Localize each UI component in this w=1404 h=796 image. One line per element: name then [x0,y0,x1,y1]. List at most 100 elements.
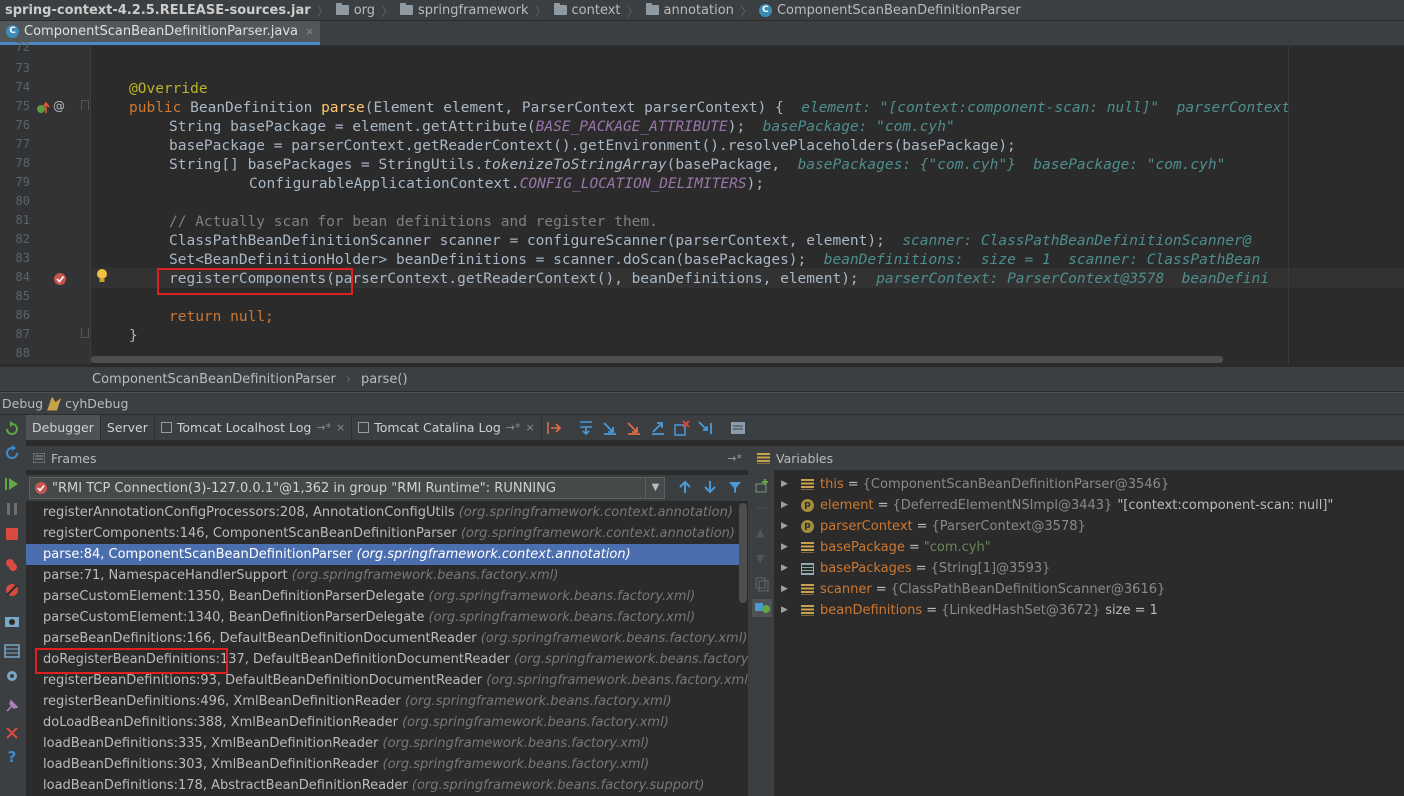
frame-item[interactable]: registerAnnotationConfigProcessors:208, … [26,502,739,523]
crumb-springframework[interactable]: springframework [396,3,534,18]
frame-item[interactable]: registerComponents:146, ComponentScanBea… [26,523,739,544]
step-out-icon[interactable] [649,419,667,437]
camera-icon[interactable] [4,613,20,629]
crumb-org[interactable]: org [332,3,381,18]
show-watches-icon[interactable] [752,599,772,617]
close-icon[interactable]: × [305,25,314,38]
close-icon[interactable]: × [526,421,535,434]
filter-icon[interactable] [728,480,742,494]
editor-tab[interactable]: C ComponentScanBeanDefinitionParser.java… [0,21,321,45]
annotation-icon: @ [53,99,65,113]
expand-icon[interactable]: ▶ [781,516,791,537]
refresh-icon[interactable] [4,445,20,461]
variable-element[interactable]: ▶ p element = {DeferredElementNSImpl@3443} "[… [775,495,1333,516]
stop-icon[interactable] [4,526,20,542]
horizontal-scrollbar[interactable] [91,356,1223,363]
code-line-78: String[] basePackages = StringUtils.toke… [169,157,1226,173]
settings-icon[interactable] [4,668,20,684]
arrow-down-icon[interactable] [703,480,717,494]
crumb-context[interactable]: context [550,3,627,18]
pin-icon[interactable]: →* [727,452,742,465]
arrow-up-icon[interactable]: ▲ [756,526,764,539]
frame-item[interactable]: registerBeanDefinitions:496, XmlBeanDefi… [26,691,739,712]
copy-icon[interactable] [754,576,770,592]
code-line-86: return null; [169,309,274,325]
drop-frame-icon[interactable] [673,419,691,437]
layout-icon[interactable] [4,643,20,659]
frame-item[interactable]: loadBeanDefinitions:335, XmlBeanDefiniti… [26,733,739,754]
thread-dropdown[interactable]: "RMI TCP Connection(3)-127.0.0.1"@1,362 … [29,477,665,499]
line-number: 86 [15,308,30,322]
pin-icon[interactable]: →* [506,421,521,434]
variable-parser-context[interactable]: ▶ p parserContext = {ParserContext@3578} [775,516,1086,537]
variable-base-package[interactable]: ▶ basePackage = "com.cyh" [775,537,991,558]
expand-icon[interactable]: ▶ [781,537,791,558]
debug-title-label: Debug [2,396,44,411]
tab-tomcat-localhost-log[interactable]: Tomcat Localhost Log →* × [155,415,353,440]
pin-icon[interactable] [4,698,20,714]
tab-server[interactable]: Server [101,415,155,440]
frame-item[interactable]: loadBeanDefinitions:303, XmlBeanDefiniti… [26,754,739,775]
crumb-class[interactable]: C ComponentScanBeanDefinitionParser [755,3,1027,18]
remove-watch-icon[interactable]: — [756,501,767,514]
crumb-annotation[interactable]: annotation [642,3,740,18]
frame-item[interactable]: parse:71, NamespaceHandlerSupport (org.s… [26,565,739,586]
right-margin-guide [1288,46,1289,364]
code-line-74: @Override [129,81,208,97]
crumb-class[interactable]: ComponentScanBeanDefinitionParser [92,372,336,387]
arrow-down-icon[interactable]: ▼ [756,552,764,565]
line-number: 87 [15,327,30,341]
breakpoint-icon[interactable] [53,272,67,286]
tab-tomcat-catalina-log[interactable]: Tomcat Catalina Log →* × [352,415,542,440]
debug-config-name[interactable]: cyhDebug [65,396,128,411]
help-icon[interactable]: ? [4,748,20,766]
view-breakpoints-icon[interactable] [4,557,20,573]
arrow-up-icon[interactable] [678,480,692,494]
variable-bean-definitions[interactable]: ▶ beanDefinitions = {LinkedHashSet@3672} siz… [775,600,1158,621]
close-icon[interactable] [4,725,20,741]
new-watch-icon[interactable] [754,478,770,494]
pin-icon[interactable]: →* [316,421,331,434]
field-icon [801,605,814,616]
rerun-icon[interactable] [4,421,20,437]
run-to-cursor-icon[interactable] [697,419,715,437]
pause-icon[interactable] [4,501,20,517]
tab-debugger[interactable]: Debugger [26,415,101,440]
expand-icon[interactable]: ▶ [781,579,791,600]
frame-item[interactable]: parseCustomElement:1350, BeanDefinitionP… [26,586,739,607]
variable-base-packages[interactable]: ▶ basePackages = {String[1]@3593} [775,558,1050,579]
frame-item-selected[interactable]: parse:84, ComponentScanBeanDefinitionPar… [26,544,739,565]
expand-icon[interactable]: ▶ [781,474,791,495]
frame-item[interactable]: doLoadBeanDefinitions:388, XmlBeanDefini… [26,712,739,733]
variable-scanner[interactable]: ▶ scanner = {ClassPathBeanDefinitionScanner… [775,579,1165,600]
frame-item[interactable]: parseCustomElement:1340, BeanDefinitionP… [26,607,739,628]
frame-item[interactable]: loadBeanDefinitions:178, AbstractBeanDef… [26,775,739,796]
crumb-jar[interactable]: spring-context-4.2.5.RELEASE-sources.jar [0,3,317,18]
line-number: 79 [15,175,30,189]
step-over-icon[interactable] [577,419,595,437]
step-into-icon[interactable] [601,419,619,437]
fold-icon[interactable] [81,328,89,338]
line-number: 81 [15,213,30,227]
fold-icon[interactable] [81,100,89,110]
expand-icon[interactable]: ▶ [781,600,791,621]
force-step-into-icon[interactable] [625,419,643,437]
resume-icon[interactable] [4,476,20,492]
close-icon[interactable]: × [336,421,345,434]
code-editor[interactable]: @Override public BeanDefinition parse(El… [91,46,1404,364]
evaluate-expression-icon[interactable] [729,419,747,437]
folder-icon [400,3,414,15]
lightbulb-icon[interactable] [95,268,109,284]
line-number: 72 [15,40,30,54]
frames-scrollbar[interactable] [739,503,747,603]
variables-toolbar: — ▲ ▼ [750,470,775,796]
expand-icon[interactable]: ▶ [781,558,791,579]
override-icon[interactable] [36,101,50,115]
variable-this[interactable]: ▶ this = {ComponentScanBeanDefinitionParser… [775,474,1169,495]
frame-item[interactable]: parseBeanDefinitions:166, DefaultBeanDef… [26,628,747,649]
expand-icon[interactable]: ▶ [781,495,791,516]
show-execution-point-icon[interactable] [545,419,563,437]
crumb-method[interactable]: parse() [361,372,407,387]
mute-breakpoints-icon[interactable] [4,582,20,598]
chevron-down-icon[interactable]: ▼ [645,477,665,499]
